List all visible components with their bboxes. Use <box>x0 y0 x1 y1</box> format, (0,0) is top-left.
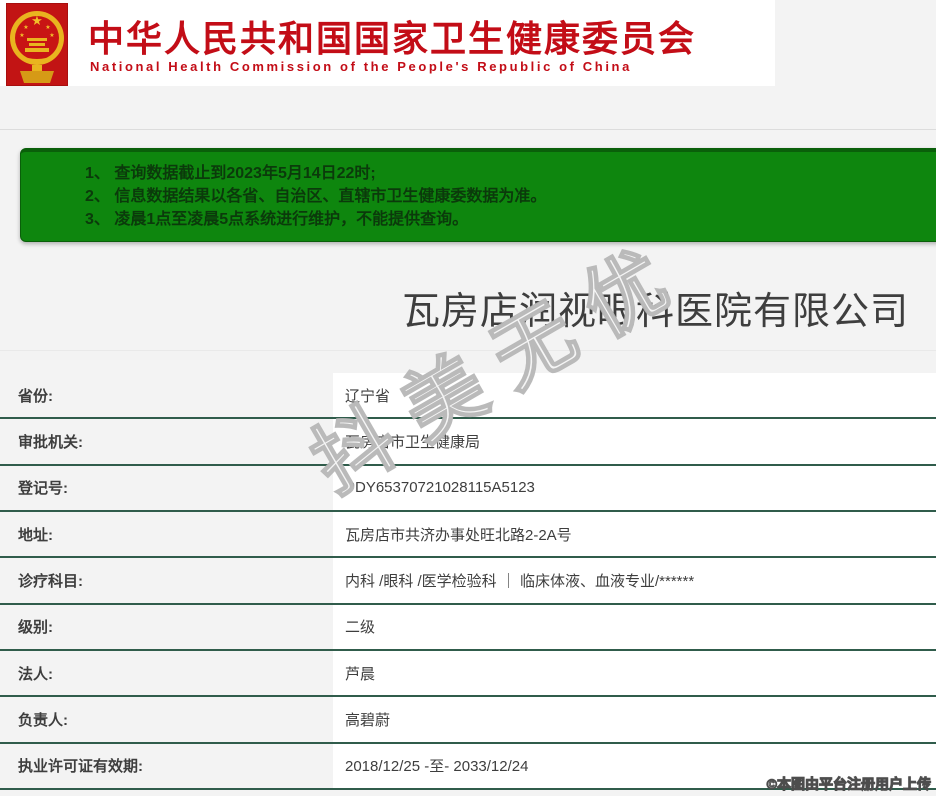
field-value: 瓦房店市卫生健康局 <box>333 419 936 464</box>
table-row-registration-number: 登记号: PDY65370721028115A5123 <box>0 465 936 512</box>
field-label: 登记号: <box>0 465 333 510</box>
svg-text:★: ★ <box>45 24 50 31</box>
field-label: 审批机关: <box>0 419 333 464</box>
table-row-level: 级别: 二级 <box>0 604 936 651</box>
title-divider <box>0 350 936 351</box>
notice-line-1: 1、 查询数据截止到2023年5月14日22时; <box>85 165 376 182</box>
field-value: 二级 <box>333 604 936 649</box>
field-label: 负责人: <box>0 697 333 742</box>
field-label: 诊疗科目: <box>0 558 333 603</box>
notice-line-3: 3、 凌晨1点至凌晨5点系统进行维护，不能提供查询。 <box>85 211 469 228</box>
field-label: 地址: <box>0 511 333 557</box>
notice-box: 1、 查询数据截止到2023年5月14日22时; 2、 信息数据结果以各省、自治… <box>20 148 936 242</box>
field-label: 法人: <box>0 650 333 696</box>
field-value: 内科 /眼科 /医学检验科 ｜ 临床体液、血液专业/****** <box>333 558 936 603</box>
header-title-en: National Health Commission of the People… <box>90 59 632 74</box>
field-value: 芦晨 <box>333 650 936 696</box>
field-label: 省份: <box>0 373 333 418</box>
notice-line-2: 2、 信息数据结果以各省、自治区、直辖市卫生健康委数据为准。 <box>85 188 547 205</box>
table-row-person-in-charge: 负责人: 高碧蔚 <box>0 697 936 744</box>
copyright-watermark: ©本图由平台注册用户上传 <box>766 776 931 793</box>
svg-text:★: ★ <box>23 24 28 31</box>
field-value: 高碧蔚 <box>333 697 936 742</box>
table-row-province: 省份: 辽宁省 <box>0 373 936 420</box>
svg-text:★: ★ <box>19 32 24 39</box>
field-label: 级别: <box>0 604 333 649</box>
table-row-legal-person: 法人: 芦晨 <box>0 650 936 698</box>
table-row-departments: 诊疗科目: 内科 /眼科 /医学检验科 ｜ 临床体液、血液专业/****** <box>0 558 936 605</box>
site-header: ★ ★ ★ ★ ★ 中华人民共和国国家卫生健康委员会 National Heal… <box>0 0 775 86</box>
svg-text:★: ★ <box>49 32 54 39</box>
svg-text:★: ★ <box>31 13 43 28</box>
national-emblem-icon: ★ ★ ★ ★ ★ <box>6 3 68 86</box>
table-row-approval-authority: 审批机关: 瓦房店市卫生健康局 <box>0 419 936 466</box>
header-title-cn: 中华人民共和国国家卫生健康委员会 <box>88 18 697 59</box>
field-label: 执业许可证有效期: <box>0 743 333 788</box>
header-divider <box>0 129 936 130</box>
institution-name-title: 瓦房店润视眼科医院有限公司 <box>402 291 910 333</box>
field-value: 辽宁省 <box>333 373 936 418</box>
field-value: PDY65370721028115A5123 <box>333 465 936 510</box>
table-row-address: 地址: 瓦房店市共济办事处旺北路2-2A号 <box>0 511 936 559</box>
field-value: 瓦房店市共济办事处旺北路2-2A号 <box>333 511 936 557</box>
institution-info-table: 省份: 辽宁省 审批机关: 瓦房店市卫生健康局 登记号: PDY65370721… <box>0 373 936 790</box>
